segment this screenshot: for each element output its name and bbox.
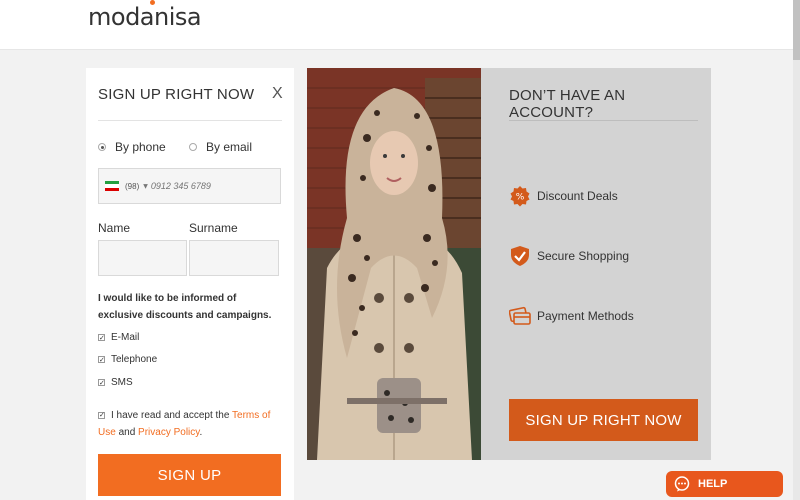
checkbox-label: E-Mail: [111, 332, 140, 343]
checkbox-email[interactable]: ✓ E-Mail: [98, 332, 139, 343]
radio-label: By email: [206, 140, 253, 154]
terms-checkbox[interactable]: ✓: [98, 411, 105, 419]
signup-button[interactable]: SIGN UP: [98, 454, 281, 496]
model-photo-illustration: [307, 68, 481, 460]
signup-right-now-button[interactable]: SIGN UP RIGHT NOW: [509, 399, 698, 441]
modanisa-logo[interactable]: modanisa: [88, 2, 202, 32]
inform-text: I would like to be informed of exclusive…: [98, 293, 272, 321]
surname-input[interactable]: [189, 240, 279, 276]
signup-title: SIGN UP RIGHT NOW: [98, 86, 255, 103]
terms-middle: and: [115, 427, 139, 438]
country-code[interactable]: (98): [125, 182, 139, 191]
credit-cards-icon: [509, 306, 531, 325]
account-title: DON’T HAVE AN ACCOUNT?: [509, 87, 626, 121]
phone-field[interactable]: (98) ▼: [98, 168, 281, 204]
radio-label: By phone: [115, 140, 166, 154]
checkbox-sms[interactable]: ✓ SMS: [98, 377, 133, 388]
site-header: modanisa: [0, 0, 793, 50]
checkbox[interactable]: ✓: [98, 356, 105, 364]
svg-text:%: %: [516, 193, 525, 203]
surname-label: Surname: [189, 221, 238, 235]
radio-dot[interactable]: [98, 143, 106, 151]
help-label: HELP: [698, 478, 728, 490]
iran-flag-icon[interactable]: [105, 181, 119, 191]
checkbox[interactable]: ✓: [98, 334, 105, 342]
close-button[interactable]: X: [272, 85, 283, 103]
feature-payment-methods: Payment Methods: [509, 305, 634, 327]
checkbox-telephone[interactable]: ✓ Telephone: [98, 354, 157, 365]
feature-label: Payment Methods: [537, 309, 634, 323]
terms-agreement: ✓ I have read and accept the Terms of Use…: [98, 407, 286, 441]
logo-accent-dot: [150, 0, 155, 5]
divider: [98, 120, 282, 121]
checkbox[interactable]: ✓: [98, 379, 105, 387]
terms-suffix: .: [199, 427, 203, 438]
phone-input[interactable]: [150, 181, 241, 191]
help-button[interactable]: HELP: [666, 471, 783, 497]
privacy-policy-link[interactable]: Privacy Policy: [138, 427, 200, 438]
radio-by-phone[interactable]: By phone: [98, 140, 166, 154]
checkbox-label: SMS: [111, 377, 133, 388]
model-photo: [307, 68, 481, 460]
checkbox-label: Telephone: [111, 354, 158, 365]
discount-badge-icon: %: [510, 186, 530, 207]
signup-panel: SIGN UP RIGHT NOW X By phone By email (9…: [86, 68, 294, 500]
feature-label: Secure Shopping: [537, 249, 630, 263]
page-scrollbar[interactable]: [793, 0, 800, 500]
divider: [509, 120, 698, 121]
shield-check-icon: [511, 246, 529, 266]
caret-down-icon[interactable]: ▼: [143, 183, 148, 190]
feature-secure-shopping: Secure Shopping: [509, 245, 629, 267]
terms-prefix: I have read and accept the: [111, 410, 233, 421]
scrollbar-thumb[interactable]: [793, 0, 800, 60]
account-panel: DON’T HAVE AN ACCOUNT? % Discount Deals …: [481, 68, 711, 460]
name-input[interactable]: [98, 240, 187, 276]
radio-dot[interactable]: [189, 143, 197, 151]
radio-by-email[interactable]: By email: [189, 140, 252, 154]
feature-discount-deals: % Discount Deals: [509, 185, 618, 207]
chat-bubble-icon: [674, 476, 690, 492]
feature-label: Discount Deals: [537, 189, 618, 203]
name-label: Name: [98, 221, 131, 235]
